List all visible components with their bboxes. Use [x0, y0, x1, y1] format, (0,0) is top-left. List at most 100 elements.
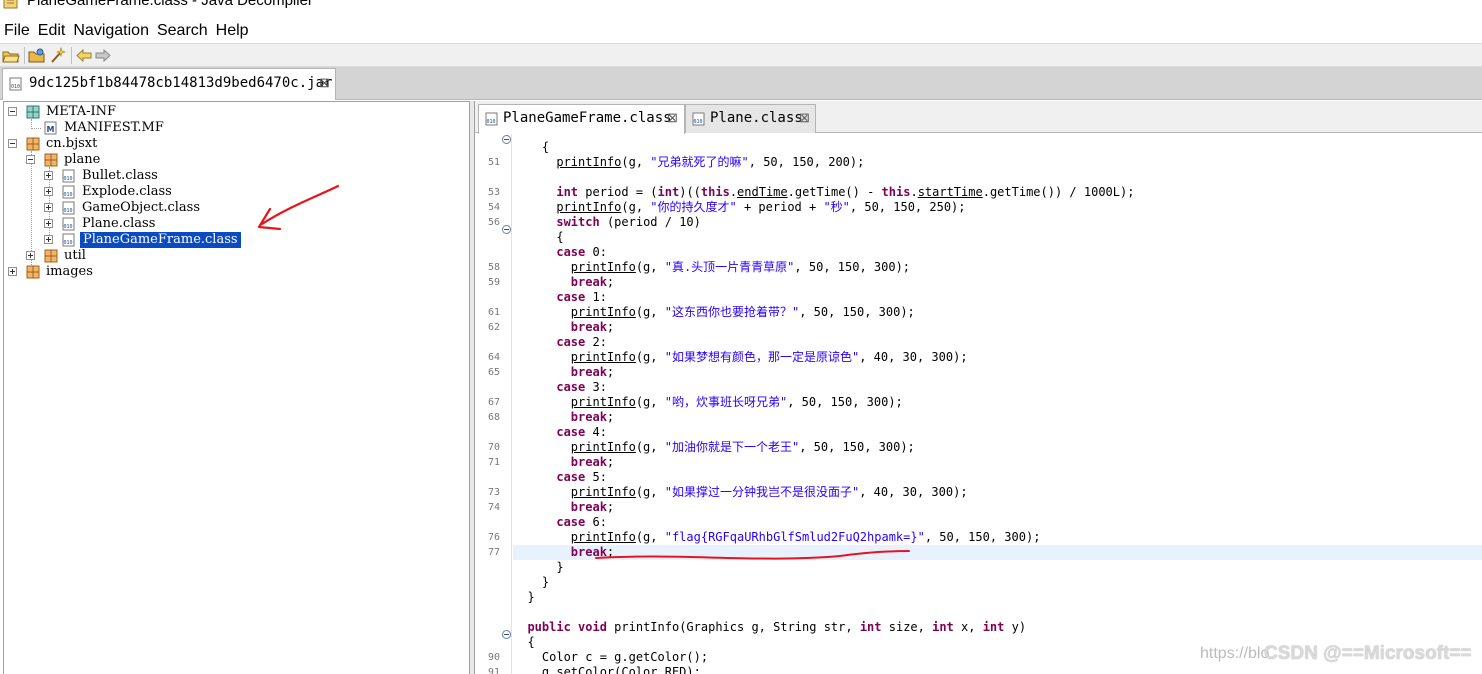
line-number: 62 — [487, 322, 500, 333]
code-line: } — [513, 590, 535, 604]
collapse-toggle-icon[interactable] — [8, 107, 17, 116]
close-icon[interactable]: ⊠ — [799, 110, 810, 126]
wand-icon[interactable] — [49, 47, 67, 64]
tree-node-gameobject-class[interactable]: 010 GameObject.class — [44, 200, 344, 216]
tree-node-plane[interactable]: plane — [26, 152, 326, 168]
class-file-icon: 010 — [692, 112, 705, 126]
tab-plane[interactable]: 010 Plane.class ⊠ — [685, 104, 816, 133]
menu-file[interactable]: File — [0, 20, 34, 42]
forward-arrow-icon[interactable] — [94, 47, 112, 64]
code-line: break; — [570, 365, 615, 379]
close-icon[interactable]: ⊠ — [319, 75, 330, 91]
code-line: printInfo(g, "如果撑过一分钟我岂不是很没面子", 40, 30, … — [570, 485, 968, 499]
tree-node-util[interactable]: util — [26, 248, 326, 264]
tree-label: cn.bjsxt — [46, 136, 98, 151]
fold-toggle-icon[interactable] — [502, 630, 511, 639]
code-line: switch (period / 10) — [556, 215, 701, 229]
code-line: break; — [513, 545, 1482, 560]
expand-toggle-icon[interactable] — [26, 251, 35, 260]
line-number: 67 — [487, 397, 500, 408]
jar-tab[interactable]: 010 9dc125bf1b84478cb14813d9bed6470c.jar… — [2, 68, 336, 100]
editor-pane: 010 PlaneGameFrame.class ⊠ 010 Plane.cla… — [474, 101, 1482, 674]
code-line: printInfo(g, "哟，炊事班长呀兄弟", 50, 150, 300); — [570, 395, 903, 409]
tree-label: Bullet.class — [82, 168, 158, 183]
menu-edit[interactable]: Edit — [34, 20, 70, 42]
class-file-icon: 010 — [62, 233, 75, 247]
tree-node-images[interactable]: images — [8, 264, 308, 280]
tab-label: Plane.class — [710, 110, 803, 126]
expand-toggle-icon[interactable] — [44, 219, 53, 228]
tab-label: PlaneGameFrame.class — [503, 110, 672, 126]
package-icon — [44, 249, 58, 263]
code-line: printInfo(g, "加油你就是下一个老王", 50, 150, 300)… — [570, 440, 915, 454]
tab-planegameframe[interactable]: 010 PlaneGameFrame.class ⊠ — [478, 104, 685, 134]
code-line: case 0: — [556, 245, 607, 259]
open-folder-icon[interactable] — [28, 47, 46, 64]
jar-tab-strip: 010 9dc125bf1b84478cb14813d9bed6470c.jar… — [0, 67, 1482, 100]
fold-toggle-icon[interactable] — [502, 135, 511, 144]
line-number: 64 — [487, 352, 500, 363]
svg-text:010: 010 — [64, 224, 73, 230]
package-icon — [26, 265, 40, 279]
tree-label: META-INF — [46, 104, 117, 119]
tree-label: Explode.class — [82, 184, 172, 199]
tree-label: images — [46, 264, 93, 279]
line-number: 91 — [487, 667, 500, 674]
close-icon[interactable]: ⊠ — [667, 110, 678, 126]
menu-navigation[interactable]: Navigation — [69, 20, 153, 42]
tree-node-cn-bjsxt[interactable]: cn.bjsxt — [8, 136, 308, 152]
expand-toggle-icon[interactable] — [44, 187, 53, 196]
line-number: 56 — [487, 217, 500, 228]
line-number-gutter: 51 53 54 56 58 59 61 62 64 65 67 68 70 71 73 74 76 77 90 91 — [478, 134, 512, 674]
svg-text:010: 010 — [64, 208, 73, 214]
code-line: printInfo(g, "兄弟就死了的嘛", 50, 150, 200); — [556, 155, 865, 169]
expand-toggle-icon[interactable] — [44, 203, 53, 212]
svg-text:010: 010 — [694, 119, 703, 125]
svg-text:010: 010 — [64, 240, 73, 246]
window-title: PlaneGameFrame.class - Java Decompiler — [27, 0, 313, 9]
menu-search[interactable]: Search — [153, 20, 212, 42]
fold-toggle-icon[interactable] — [502, 225, 511, 234]
tree-label: Plane.class — [82, 216, 156, 231]
svg-text:010: 010 — [11, 84, 20, 90]
code-line: case 6: — [556, 515, 607, 529]
code-line: { — [513, 140, 550, 154]
tree-label: MANIFEST.MF — [64, 120, 164, 135]
expand-toggle-icon[interactable] — [44, 235, 53, 244]
class-file-icon: 010 — [62, 185, 75, 199]
expand-toggle-icon[interactable] — [8, 267, 17, 276]
code-line: } — [513, 575, 550, 589]
tree-node-planegameframe-class[interactable]: 010 PlaneGameFrame.class — [44, 232, 344, 248]
tree-node-explode-class[interactable]: 010 Explode.class — [44, 184, 344, 200]
code-line: printInfo(g, "你的持久度才" + period + "秒", 50… — [556, 200, 966, 214]
collapse-toggle-icon[interactable] — [26, 155, 35, 164]
menu-help[interactable]: Help — [212, 20, 253, 42]
package-icon — [26, 137, 40, 151]
tree-node-bullet-class[interactable]: 010 Bullet.class — [44, 168, 344, 184]
tree-label: util — [64, 248, 86, 263]
jar-tab-label: 9dc125bf1b84478cb14813d9bed6470c.jar — [29, 75, 333, 91]
code-line: break; — [570, 320, 615, 334]
collapse-toggle-icon[interactable] — [8, 139, 17, 148]
tree-node-manifest[interactable]: M MANIFEST.MF — [8, 120, 308, 136]
code-view[interactable]: { printInfo(g, "兄弟就死了的嘛", 50, 150, 200);… — [513, 134, 1482, 674]
class-file-icon: 010 — [485, 112, 498, 126]
tree-node-meta-inf[interactable]: META-INF — [8, 104, 308, 120]
package-tree: META-INF M MANIFEST.MF cn.bjsxt plane 01… — [3, 101, 470, 674]
code-line: { — [513, 230, 564, 244]
tree-node-plane-class[interactable]: 010 Plane.class — [44, 216, 344, 232]
back-arrow-icon[interactable] — [75, 47, 93, 64]
line-number: 53 — [487, 187, 500, 198]
code-line: case 2: — [556, 335, 607, 349]
code-line: break; — [570, 410, 615, 424]
line-number: 68 — [487, 412, 500, 423]
expand-toggle-icon[interactable] — [44, 171, 53, 180]
line-number: 70 — [487, 442, 500, 453]
line-number: 51 — [487, 157, 500, 168]
open-file-icon[interactable] — [2, 47, 20, 64]
code-line: case 3: — [556, 380, 607, 394]
code-line: case 1: — [556, 290, 607, 304]
line-number: 90 — [487, 652, 500, 663]
line-number: 77 — [487, 547, 500, 558]
